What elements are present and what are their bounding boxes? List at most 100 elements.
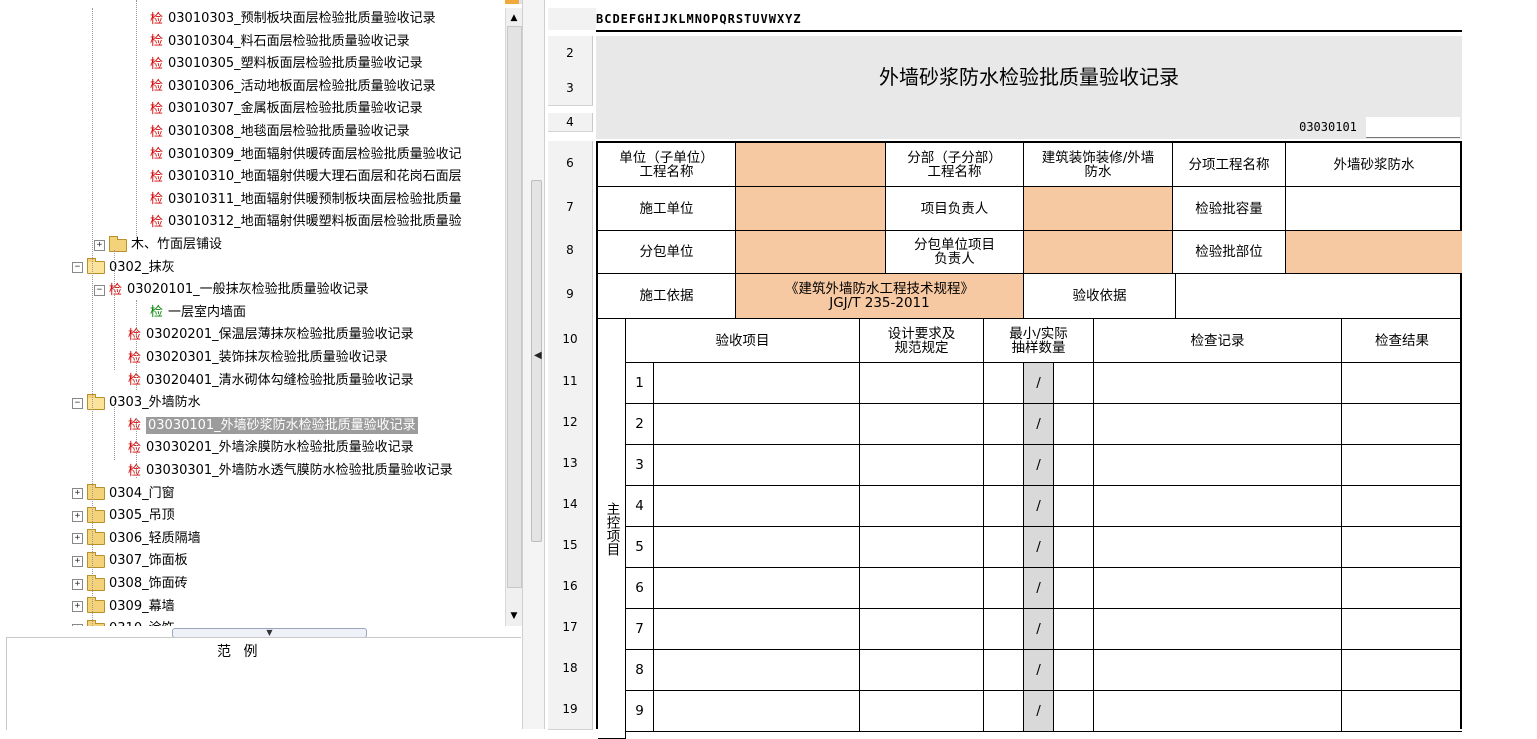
collapse-left-icon[interactable]: ◀ — [534, 350, 542, 361]
col-item[interactable]: 验收项目 — [626, 319, 860, 363]
col-sample[interactable]: 最小/实际 抽样数量 — [984, 319, 1094, 363]
item-sample-actual[interactable] — [1054, 363, 1094, 404]
col-result[interactable]: 检查结果 — [1342, 319, 1462, 363]
item-result[interactable] — [1342, 363, 1462, 404]
scroll-down-icon[interactable]: ▼ — [506, 608, 522, 624]
tree-item[interactable]: 检 03010310_地面辐射供暖大理石面层和花岗石面层 — [150, 166, 462, 188]
divider-scroll-handle[interactable] — [531, 180, 542, 542]
item-name[interactable] — [654, 527, 860, 568]
item-result[interactable] — [1342, 691, 1462, 732]
tree-item[interactable]: 检 03010305_塑料板面层检验批质量验收记录 — [150, 53, 423, 75]
subcontractor-value[interactable] — [736, 231, 886, 274]
unit-label[interactable]: 单位（子单位） 工程名称 — [598, 143, 736, 187]
item-design[interactable] — [860, 486, 984, 527]
row-number[interactable]: 2 — [548, 36, 593, 72]
division-label[interactable]: 分部（子分部） 工程名称 — [886, 143, 1024, 187]
item-name[interactable] — [654, 650, 860, 691]
item-record[interactable] — [1094, 691, 1342, 732]
tree-item[interactable]: 检一层室内墙面 — [150, 302, 246, 324]
tree-scroll-thumb[interactable] — [507, 26, 522, 588]
column-header[interactable]: BCDEFGHIJKLMNOPQRSTUVWXYZ — [596, 8, 1462, 32]
sub-pm-value[interactable] — [1024, 231, 1173, 274]
item-design[interactable] — [860, 445, 984, 486]
item-sample-slash[interactable]: / — [1024, 404, 1054, 445]
row-number[interactable]: 3 — [548, 71, 593, 106]
subitem-label[interactable]: 分项工程名称 — [1173, 143, 1286, 187]
row-number[interactable]: 17 — [548, 607, 593, 649]
item-record[interactable] — [1094, 650, 1342, 691]
item-design[interactable] — [860, 363, 984, 404]
tree-item[interactable]: 检 03010311_地面辐射供暖预制板块面层检验批质量 — [150, 189, 462, 211]
item-design[interactable] — [860, 527, 984, 568]
sheet-corner[interactable] — [548, 8, 597, 30]
item-design[interactable] — [860, 568, 984, 609]
item-name[interactable] — [654, 404, 860, 445]
item-sample-slash[interactable]: / — [1024, 363, 1054, 404]
tree-item[interactable]: 检 03010307_金属板面层检验批质量验收记录 — [150, 98, 423, 120]
item-record[interactable] — [1094, 527, 1342, 568]
capacity-label[interactable]: 检验批容量 — [1173, 187, 1286, 231]
item-design[interactable] — [860, 691, 984, 732]
tree-item[interactable]: 检 03010304_料石面层检验批质量验收记录 — [150, 31, 410, 53]
item-result[interactable] — [1342, 404, 1462, 445]
capacity-value[interactable] — [1286, 187, 1462, 231]
tree-item[interactable]: +0305_吊顶 — [72, 505, 175, 527]
tree-item[interactable]: − 检 03020101_一般抹灰检验批质量验收记录 — [94, 279, 369, 301]
item-sample-slash[interactable]: / — [1024, 445, 1054, 486]
item-sample-actual[interactable] — [1054, 568, 1094, 609]
tree-item[interactable]: 检 03030101_外墙砂浆防水检验批质量验收记录 — [128, 415, 418, 437]
item-sample-min[interactable] — [984, 691, 1024, 732]
main-control-label[interactable]: 主控项目 — [598, 319, 626, 739]
tree-item[interactable]: +0310_涂饰 — [72, 618, 175, 626]
tree-item[interactable]: 检 03020201_保温层薄抹灰检验批质量验收记录 — [128, 324, 414, 346]
tree-view[interactable]: 检 03010303_预制板块面层检验批质量验收记录检 03010304_料石面层检… — [0, 0, 505, 626]
item-result[interactable] — [1342, 527, 1462, 568]
tree-item[interactable]: 检 03020401_清水砌体勾缝检验批质量验收记录 — [128, 370, 414, 392]
tree-item[interactable]: 检 03010312_地面辐射供暖塑料板面层检验批质量验 — [150, 211, 462, 233]
unit-value[interactable] — [736, 143, 886, 187]
basis-label[interactable]: 施工依据 — [598, 274, 736, 319]
scroll-up-icon[interactable]: ▲ — [506, 10, 522, 26]
item-record[interactable] — [1094, 609, 1342, 650]
item-number[interactable]: 4 — [626, 486, 654, 527]
expand-icon[interactable]: + — [72, 533, 83, 545]
tree-item[interactable]: +0309_幕墙 — [72, 596, 175, 618]
pm-value[interactable] — [1024, 187, 1173, 231]
expand-icon[interactable]: + — [72, 623, 83, 626]
item-number[interactable]: 2 — [626, 404, 654, 445]
tree-scrollbar[interactable]: ▲ ▼ — [505, 8, 522, 626]
subcontractor-label[interactable]: 分包单位 — [598, 231, 736, 274]
tree-item[interactable]: − 0302_抹灰 — [72, 257, 175, 279]
row-number[interactable]: 15 — [548, 525, 593, 567]
item-sample-min[interactable] — [984, 527, 1024, 568]
row-number[interactable]: 7 — [548, 185, 593, 230]
item-number[interactable]: 3 — [626, 445, 654, 486]
item-record[interactable] — [1094, 445, 1342, 486]
item-design[interactable] — [860, 650, 984, 691]
accept-basis-label[interactable]: 验收依据 — [1024, 274, 1176, 319]
item-sample-min[interactable] — [984, 363, 1024, 404]
item-sample-actual[interactable] — [1054, 691, 1094, 732]
expand-icon[interactable]: + — [72, 510, 83, 522]
item-number[interactable]: 7 — [626, 609, 654, 650]
division-value[interactable]: 建筑装饰装修/外墙 防水 — [1024, 143, 1173, 187]
tree-item[interactable]: 检 03010308_地毯面层检验批质量验收记录 — [150, 121, 410, 143]
item-name[interactable] — [654, 609, 860, 650]
item-sample-slash[interactable]: / — [1024, 650, 1054, 691]
tree-item[interactable]: 检 03030201_外墙涂膜防水检验批质量验收记录 — [128, 437, 414, 459]
row-number[interactable]: 4 — [548, 113, 593, 132]
expand-icon[interactable]: + — [72, 555, 83, 567]
contractor-value[interactable] — [736, 187, 886, 231]
item-sample-min[interactable] — [984, 404, 1024, 445]
item-name[interactable] — [654, 486, 860, 527]
item-name[interactable] — [654, 568, 860, 609]
item-sample-actual[interactable] — [1054, 527, 1094, 568]
code-cell[interactable] — [1366, 117, 1460, 138]
item-design[interactable] — [860, 404, 984, 445]
tree-item[interactable]: 检 03010309_地面辐射供暖砖面层检验批质量验收记 — [150, 144, 462, 166]
col-record[interactable]: 检查记录 — [1094, 319, 1342, 363]
tree-item[interactable]: 检 03030301_外墙防水透气膜防水检验批质量验收记录 — [128, 460, 453, 482]
item-sample-min[interactable] — [984, 486, 1024, 527]
location-value[interactable] — [1286, 231, 1462, 274]
item-record[interactable] — [1094, 404, 1342, 445]
